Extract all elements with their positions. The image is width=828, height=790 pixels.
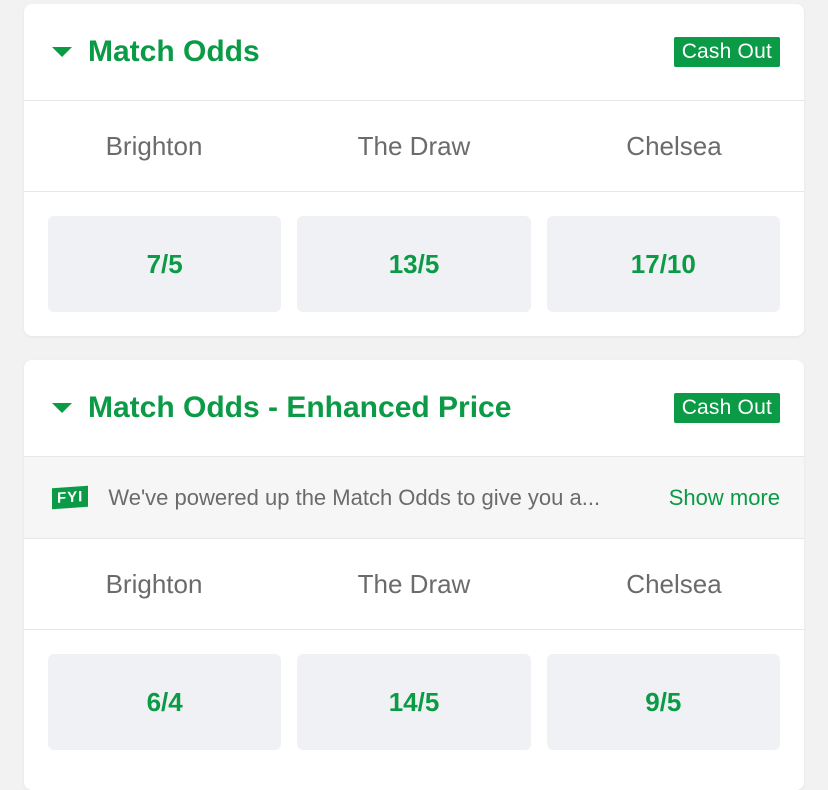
fyi-tag: FYI — [52, 485, 89, 510]
selection-names-row: Brighton The Draw Chelsea — [24, 539, 804, 630]
selection-name-draw: The Draw — [357, 568, 471, 599]
market-title: Match Odds — [88, 35, 260, 68]
fyi-text: We've powered up the Match Odds to give … — [108, 484, 601, 510]
odds-row: 6/4 14/5 9/5 — [24, 630, 804, 750]
show-more-link[interactable]: Show more — [669, 485, 780, 511]
market-card-enhanced-price: Match Odds - Enhanced Price Cash Out FYI… — [24, 360, 804, 790]
cash-out-badge: Cash Out — [673, 37, 780, 67]
odds-button-draw[interactable]: 14/5 — [297, 654, 531, 750]
market-toggle[interactable]: Match Odds — [52, 35, 260, 69]
odds-row: 7/5 13/5 17/10 — [24, 192, 804, 312]
selection-names-row: Brighton The Draw Chelsea — [24, 101, 804, 192]
caret-down-icon[interactable] — [52, 47, 72, 57]
odds-button-home[interactable]: 7/5 — [48, 216, 282, 312]
odds-button-home[interactable]: 6/4 — [48, 654, 282, 750]
selection-name-away: Chelsea — [626, 130, 722, 161]
market-header: Match Odds - Enhanced Price Cash Out — [24, 360, 804, 457]
market-title: Match Odds - Enhanced Price — [88, 391, 512, 424]
selection-name-away: Chelsea — [626, 568, 722, 599]
selection-name-home: Brighton — [105, 130, 203, 161]
caret-down-icon[interactable] — [52, 403, 72, 413]
selection-name-draw: The Draw — [357, 130, 471, 161]
market-header: Match Odds Cash Out — [24, 4, 804, 101]
odds-button-away[interactable]: 9/5 — [546, 654, 780, 750]
market-card-match-odds: Match Odds Cash Out Brighton The Draw Ch… — [24, 4, 804, 336]
fyi-info-bar: FYI We've powered up the Match Odds to g… — [24, 457, 804, 539]
market-toggle[interactable]: Match Odds - Enhanced Price — [52, 391, 511, 425]
odds-button-away[interactable]: 17/10 — [546, 216, 780, 312]
odds-button-draw[interactable]: 13/5 — [297, 216, 531, 312]
selection-name-home: Brighton — [105, 568, 203, 599]
cash-out-badge: Cash Out — [673, 393, 780, 423]
